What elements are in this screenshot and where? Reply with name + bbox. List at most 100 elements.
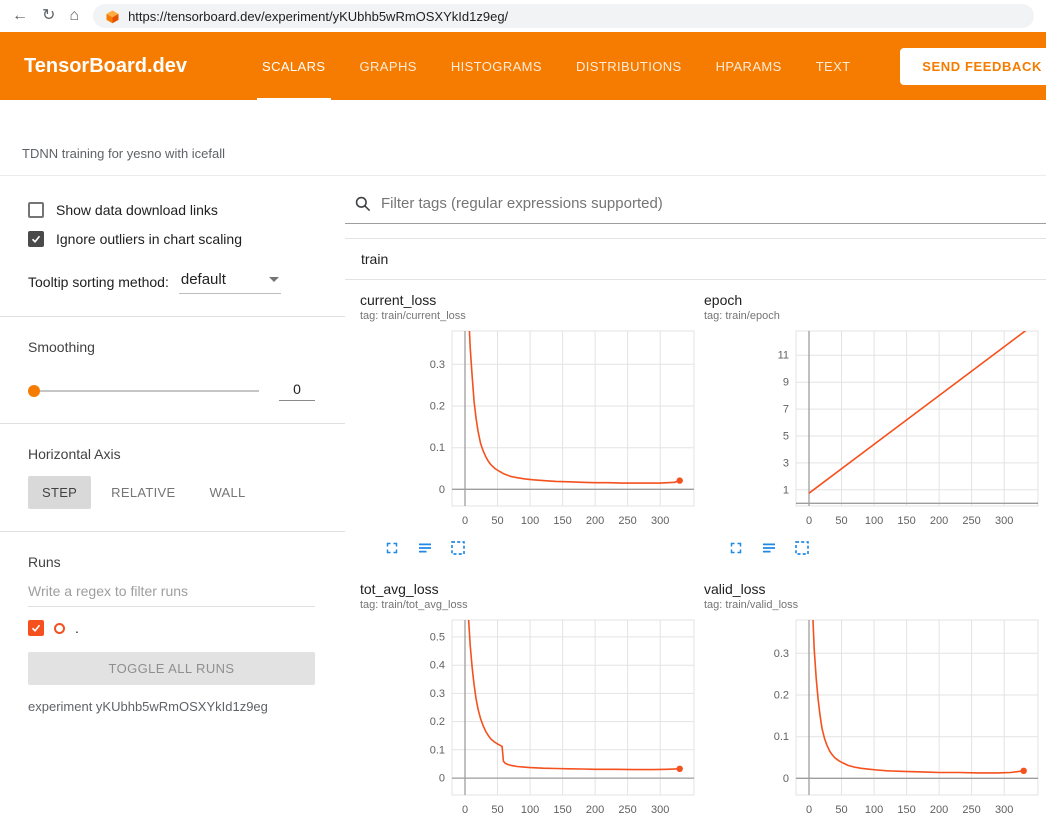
svg-text:0.3: 0.3 [774, 648, 789, 660]
data-table-button[interactable] [759, 539, 779, 559]
fit-domain-icon [449, 539, 467, 557]
tooltip-sorting-label: Tooltip sorting method: [28, 274, 169, 290]
home-icon[interactable]: ⌂ [69, 8, 79, 24]
chart-title: current_loss [360, 292, 703, 308]
chart-actions [360, 539, 703, 559]
svg-text:300: 300 [651, 515, 669, 527]
smoothing-value[interactable]: 0 [279, 381, 315, 401]
charts-grid: current_loss tag: train/current_loss 0 5 0… [345, 280, 1046, 825]
svg-text:300: 300 [995, 804, 1013, 816]
svg-text:250: 250 [962, 804, 980, 816]
svg-text:0.2: 0.2 [430, 401, 445, 413]
svg-text:0: 0 [806, 804, 812, 816]
run-row[interactable]: . [28, 620, 315, 636]
run-checkbox[interactable] [28, 620, 44, 636]
run-name: . [75, 620, 79, 636]
experiment-caption: experiment yKUbhb5wRmOSXYkId1z9eg [28, 699, 315, 714]
line-chart[interactable]: 05010015020025030000.10.20.30.40.5 [360, 615, 703, 825]
svg-text:100: 100 [521, 515, 539, 527]
show-download-links-label: Show data download links [56, 202, 218, 218]
runs-label: Runs [28, 554, 315, 570]
chart-title: tot_avg_loss [360, 581, 703, 597]
line-chart[interactable]: 0501001502002503001357911 [704, 326, 1046, 537]
send-feedback-button[interactable]: SEND FEEDBACK [900, 48, 1046, 85]
show-download-links-row[interactable]: Show data download links [28, 202, 315, 218]
settings-sidebar: Show data download links Ignore outliers… [0, 176, 345, 825]
data-table-button[interactable] [415, 539, 435, 559]
tab-distributions[interactable]: DISTRIBUTIONS [559, 32, 699, 100]
svg-text:0: 0 [783, 773, 789, 785]
main-nav: SCALARS GRAPHS HISTOGRAMS DISTRIBUTIONS … [245, 32, 868, 100]
svg-text:0: 0 [462, 515, 468, 527]
svg-text:150: 150 [897, 804, 915, 816]
chart-card: current_loss tag: train/current_loss 050… [360, 292, 703, 559]
show-download-links-checkbox[interactable] [28, 202, 44, 218]
line-chart[interactable]: 05010015020025030000.10.20.3 [360, 326, 703, 537]
svg-text:7: 7 [783, 404, 789, 416]
brand-logo[interactable]: TensorBoard.dev [24, 55, 187, 78]
fullscreen-button[interactable] [726, 539, 746, 559]
fit-domain-button[interactable] [448, 539, 468, 559]
svg-text:200: 200 [930, 515, 948, 527]
tab-text[interactable]: TEXT [799, 32, 868, 100]
chart-card: epoch tag: train/epoch 05010015020025030… [704, 292, 1046, 559]
runs-filter-input[interactable] [28, 574, 315, 607]
svg-text:150: 150 [553, 804, 571, 816]
chart-tag: tag: train/current_loss [360, 310, 703, 322]
experiment-header: TDNN training for yesno with icefall [0, 100, 1046, 176]
tag-filter-input[interactable] [381, 195, 1046, 212]
axis-step-button[interactable]: STEP [28, 476, 91, 509]
fit-domain-button[interactable] [792, 539, 812, 559]
run-color-swatch [54, 623, 65, 634]
svg-text:250: 250 [618, 515, 636, 527]
svg-text:3: 3 [783, 457, 789, 469]
check-icon [30, 233, 42, 245]
svg-text:200: 200 [586, 804, 604, 816]
back-icon[interactable]: ← [12, 8, 28, 24]
svg-text:0.5: 0.5 [430, 631, 445, 643]
chevron-down-icon [269, 277, 279, 282]
divider [0, 316, 345, 317]
svg-text:300: 300 [651, 804, 669, 816]
slider-thumb[interactable] [28, 385, 40, 397]
fullscreen-icon [383, 539, 401, 557]
svg-text:5: 5 [783, 431, 789, 443]
tab-graphs[interactable]: GRAPHS [343, 32, 434, 100]
tensorboard-favicon [105, 9, 120, 24]
chart-card: tot_avg_loss tag: train/tot_avg_loss 050… [360, 581, 703, 825]
chart-tag: tag: train/tot_avg_loss [360, 599, 703, 611]
tooltip-sorting-select[interactable]: default [179, 269, 281, 294]
tooltip-sorting-value: default [181, 271, 226, 288]
tag-filter-row [345, 176, 1046, 224]
svg-text:0: 0 [806, 515, 812, 527]
tag-group-header-train[interactable]: train [345, 239, 1046, 280]
fullscreen-icon [727, 539, 745, 557]
fullscreen-button[interactable] [382, 539, 402, 559]
tab-hparams[interactable]: HPARAMS [699, 32, 799, 100]
svg-text:0.3: 0.3 [430, 688, 445, 700]
divider [0, 531, 345, 532]
axis-wall-button[interactable]: WALL [195, 476, 259, 509]
axis-relative-button[interactable]: RELATIVE [97, 476, 189, 509]
horizontal-axis-buttons: STEP RELATIVE WALL [28, 476, 315, 509]
chart-title: valid_loss [704, 581, 1046, 597]
svg-text:9: 9 [783, 377, 789, 389]
smoothing-slider-row: 0 [28, 381, 315, 401]
scalars-dashboard: train current_loss tag: train/current_lo… [345, 176, 1046, 825]
tab-histograms[interactable]: HISTOGRAMS [434, 32, 559, 100]
search-icon [353, 194, 372, 213]
chart-card: valid_loss tag: train/valid_loss 0501001… [704, 581, 1046, 825]
svg-text:1: 1 [783, 484, 789, 496]
smoothing-slider[interactable] [28, 384, 259, 398]
tooltip-sorting-row: Tooltip sorting method: default [28, 269, 315, 294]
address-bar[interactable]: https://tensorboard.dev/experiment/yKUbh… [93, 4, 1034, 28]
ignore-outliers-checkbox[interactable] [28, 231, 44, 247]
toggle-all-runs-button[interactable]: TOGGLE ALL RUNS [28, 652, 315, 685]
tab-scalars[interactable]: SCALARS [245, 32, 343, 100]
ignore-outliers-row[interactable]: Ignore outliers in chart scaling [28, 231, 315, 247]
svg-text:0: 0 [439, 484, 445, 496]
svg-text:150: 150 [897, 515, 915, 527]
reload-icon[interactable]: ↻ [42, 8, 55, 24]
line-chart[interactable]: 05010015020025030000.10.20.3 [704, 615, 1046, 825]
app-header: TensorBoard.dev SCALARS GRAPHS HISTOGRAM… [0, 32, 1046, 100]
